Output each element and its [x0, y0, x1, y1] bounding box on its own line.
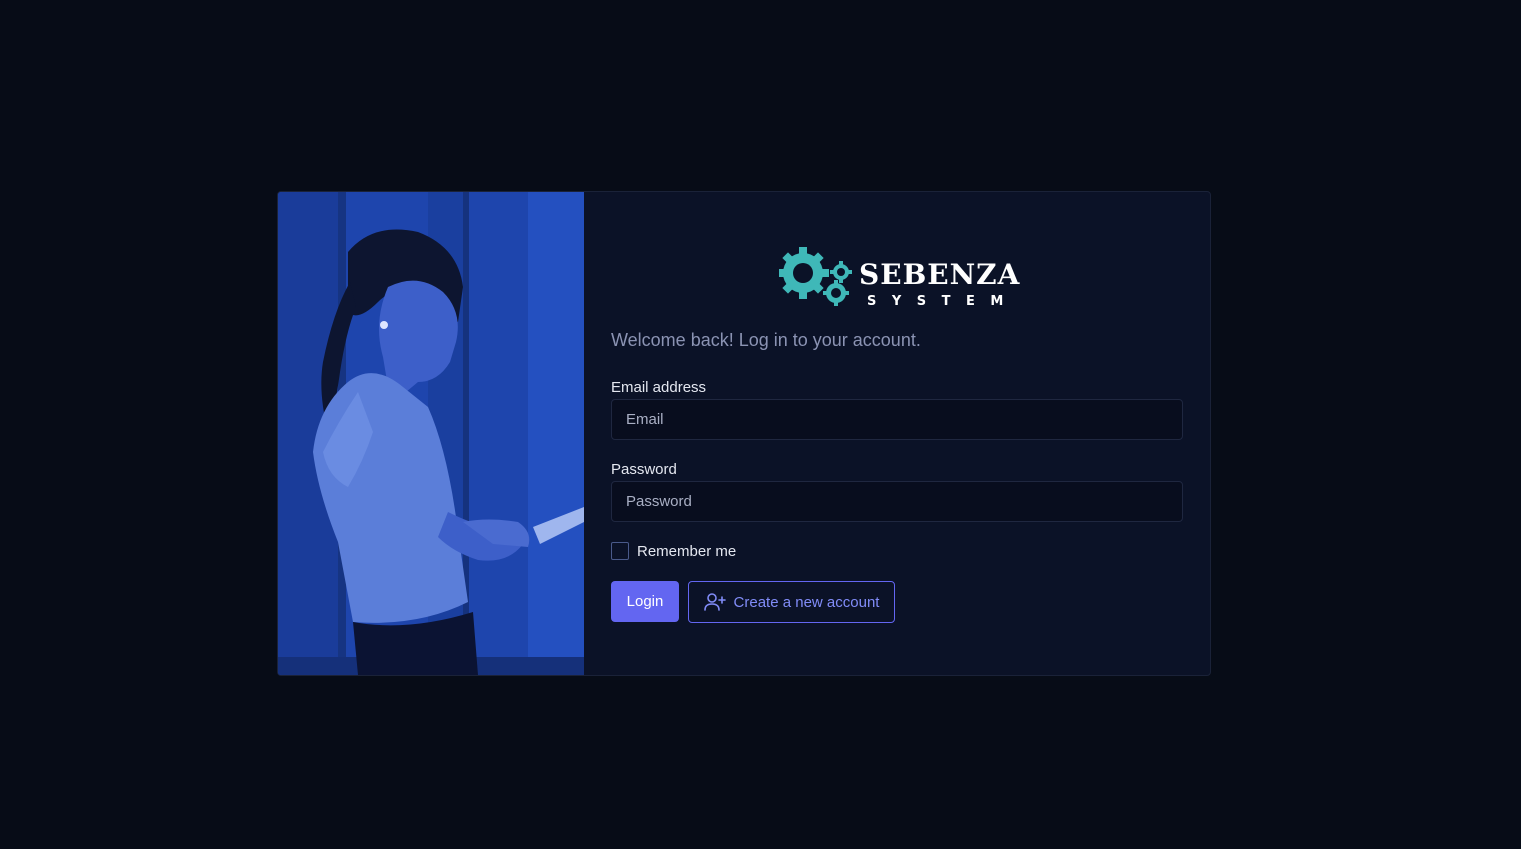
email-label: Email address — [611, 379, 707, 396]
password-input[interactable] — [611, 481, 1183, 522]
brand-subtitle: SYSTEM — [867, 294, 1019, 309]
create-account-button[interactable]: Create a new account — [688, 581, 895, 623]
remember-me-label: Remember me — [637, 542, 737, 560]
login-form: SEBENZA SYSTEM Welcome back! Log in to y… — [584, 192, 1210, 675]
login-card: SEBENZA SYSTEM Welcome back! Log in to y… — [277, 191, 1211, 676]
brand-name: SEBENZA — [859, 258, 1021, 291]
remember-me-checkbox[interactable] — [611, 542, 629, 560]
user-plus-icon — [703, 593, 726, 611]
password-label: Password — [611, 461, 677, 478]
remember-me-toggle[interactable]: Remember me — [611, 542, 736, 560]
hero-photo — [278, 192, 584, 675]
gears-icon — [779, 247, 852, 306]
login-button[interactable]: Login — [611, 581, 679, 622]
sebenza-logo: SEBENZA SYSTEM — [779, 246, 1019, 312]
welcome-message: Welcome back! Log in to your account. — [611, 330, 921, 350]
email-input[interactable] — [611, 399, 1183, 440]
create-account-label: Create a new account — [733, 593, 880, 611]
